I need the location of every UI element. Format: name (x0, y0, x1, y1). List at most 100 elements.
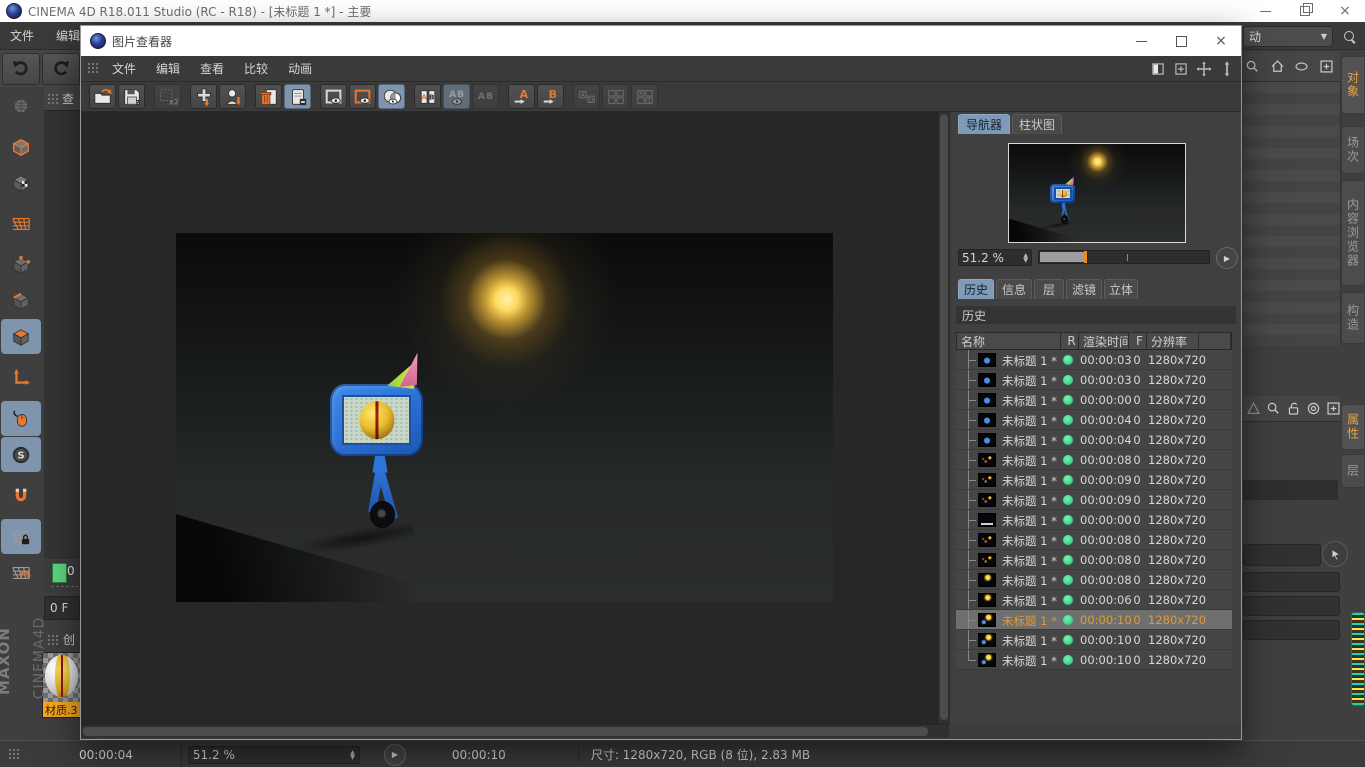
model-mode-icon[interactable] (1, 129, 41, 164)
swap-ab-button[interactable]: AD (573, 84, 600, 109)
main-restore-button[interactable] (1285, 0, 1325, 22)
plus-box-icon[interactable] (1317, 57, 1336, 77)
edges-mode-icon[interactable] (1, 283, 41, 318)
undo-button[interactable] (2, 53, 40, 85)
material-create-menu[interactable]: 创 (63, 631, 75, 648)
dock-tab-4[interactable]: 构造 (1341, 292, 1364, 344)
attribute-field[interactable] (1243, 596, 1340, 616)
viewport-menu-item[interactable]: 查 (62, 90, 74, 107)
history-row[interactable]: 未标题 1 *00:00:0801280x720 (956, 530, 1232, 550)
plus-box-icon[interactable] (1326, 399, 1341, 419)
scrollbar-thumb[interactable] (83, 727, 928, 736)
tab-navigator-2[interactable]: 柱状图 (1012, 114, 1062, 134)
history-column-header[interactable]: F (1129, 333, 1147, 349)
object-manager-list[interactable] (1243, 82, 1341, 346)
pv-menu-item[interactable]: 编辑 (146, 60, 190, 77)
history-row[interactable]: 未标题 1 *00:00:1001280x720 (956, 610, 1232, 630)
tab-panel-3[interactable]: 层 (1034, 279, 1064, 299)
history-row[interactable]: 未标题 1 *00:00:0901280x720 (956, 490, 1232, 510)
pv-menu-item[interactable]: 比较 (234, 60, 278, 77)
history-row[interactable]: 未标题 1 *00:00:0301280x720 (956, 350, 1232, 370)
snap-icon[interactable]: S (1, 437, 41, 472)
layout-combo[interactable]: 动 ▼ (1243, 26, 1333, 47)
magnet-icon[interactable] (1, 478, 41, 513)
attr-dock-tab-2[interactable]: 层 (1341, 454, 1364, 488)
pv-vertical-scrollbar[interactable] (937, 112, 949, 724)
pv-minimize-button[interactable] (1121, 26, 1161, 56)
remove-all-button[interactable] (284, 84, 311, 109)
pv-maximize-button[interactable] (1161, 26, 1201, 56)
timeline-marker[interactable] (52, 563, 67, 583)
show-filter-a-button[interactable] (320, 84, 347, 109)
history-row[interactable]: 未标题 1 *00:00:0001280x720 (956, 510, 1232, 530)
redo-button[interactable] (42, 53, 80, 85)
workplane-mode-icon[interactable] (1, 206, 41, 241)
polygons-mode-icon[interactable] (1, 319, 41, 354)
pv-close-button[interactable]: × (1201, 26, 1241, 56)
viewport-mouse-icon[interactable] (1, 401, 41, 436)
tab-panel-1[interactable]: 历史 (958, 279, 994, 299)
search-icon[interactable] (1243, 57, 1262, 77)
pv-status-play-button[interactable]: ▶ (384, 744, 406, 766)
navigator-zoom-slider[interactable] (1038, 250, 1210, 264)
history-row[interactable]: 未标题 1 *00:00:0801280x720 (956, 550, 1232, 570)
set-image-a-button[interactable]: A (508, 84, 535, 109)
tab-panel-5[interactable]: 立体 (1104, 279, 1138, 299)
history-row[interactable]: 未标题 1 *00:00:0301280x720 (956, 370, 1232, 390)
workplane-rotate-icon[interactable] (1, 555, 41, 590)
delete-image-button[interactable] (255, 84, 282, 109)
tab-navigator-1[interactable]: 导航器 (958, 114, 1010, 134)
split-view-icon[interactable] (1148, 59, 1168, 79)
attr-dock-tab-1[interactable]: 属性 (1341, 404, 1364, 450)
cone-icon[interactable] (1246, 399, 1261, 419)
home-icon[interactable] (1268, 57, 1287, 77)
slider-handle[interactable] (1084, 251, 1087, 263)
command-search-button[interactable] (1338, 26, 1362, 47)
history-column-header[interactable]: 渲染时间 (1079, 333, 1129, 349)
attribute-input[interactable] (1243, 544, 1321, 566)
points-mode-icon[interactable] (1, 247, 41, 282)
history-row[interactable]: 未标题 1 *00:00:1001280x720 (956, 650, 1232, 670)
pv-canvas[interactable] (81, 112, 937, 724)
history-row[interactable]: 未标题 1 *00:00:0001280x720 (956, 390, 1232, 410)
scroll-view-icon[interactable] (1217, 59, 1237, 79)
navigator-play-button[interactable]: ▶ (1216, 247, 1238, 269)
tab-panel-2[interactable]: 信息 (996, 279, 1032, 299)
pv-horizontal-scrollbar[interactable] (81, 724, 949, 738)
resize-image-button[interactable]: x2 (154, 84, 181, 109)
history-row[interactable]: 未标题 1 *00:00:0401280x720 (956, 410, 1232, 430)
history-row[interactable]: 未标题 1 *00:00:0801280x720 (956, 570, 1232, 590)
texture-mode-icon[interactable] (1, 165, 41, 200)
search-icon[interactable] (1266, 399, 1281, 419)
compare-rank-button[interactable]: A1 (631, 84, 658, 109)
attribute-field[interactable] (1243, 620, 1340, 640)
target-icon[interactable] (1306, 399, 1321, 419)
history-row[interactable]: 未标题 1 *00:00:0901280x720 (956, 470, 1232, 490)
history-column-header[interactable] (1199, 333, 1231, 349)
copy-to-user-button[interactable] (219, 84, 246, 109)
open-image-button[interactable] (89, 84, 116, 109)
history-row[interactable]: 未标题 1 *00:00:0601280x720 (956, 590, 1232, 610)
compare-ab-toggle-button[interactable]: AB (443, 84, 470, 109)
timeline-mini[interactable]: 0 (44, 560, 80, 592)
save-image-button[interactable]: ? (118, 84, 145, 109)
navigator-preview[interactable] (1008, 143, 1186, 243)
workplane-lock-icon[interactable] (1, 519, 41, 554)
stepper-icon[interactable]: ▲▼ (1023, 253, 1028, 263)
history-row[interactable]: 未标题 1 *00:00:1001280x720 (956, 630, 1232, 650)
pan-view-icon[interactable] (1194, 59, 1214, 79)
main-minimize-button[interactable] (1245, 0, 1285, 22)
history-row[interactable]: 未标题 1 *00:00:0401280x720 (956, 430, 1232, 450)
toggle-mask-button[interactable] (378, 84, 405, 109)
history-column-header[interactable]: R (1061, 333, 1079, 349)
axis-mode-icon[interactable] (1, 360, 41, 395)
navigator-thumbnail-image[interactable] (1009, 144, 1185, 242)
main-menu-item[interactable]: 编辑 (56, 27, 80, 44)
history-column-header[interactable]: 名称 (957, 333, 1061, 349)
pv-status-zoom-field[interactable]: 51.2 % ▲▼ (188, 746, 360, 764)
main-menu-item[interactable]: 文件 (10, 27, 34, 44)
pv-menu-item[interactable]: 文件 (102, 60, 146, 77)
pv-menu-item[interactable]: 查看 (190, 60, 234, 77)
stepper-icon[interactable]: ▲▼ (350, 750, 355, 760)
compare-ab-link-button[interactable]: AB (472, 84, 499, 109)
